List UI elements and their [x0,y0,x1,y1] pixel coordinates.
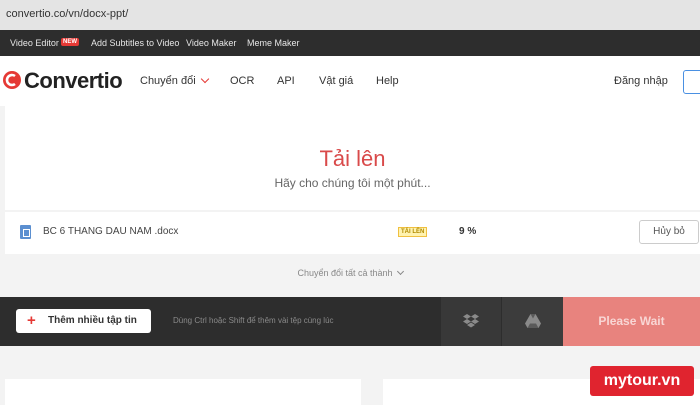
upload-hero: Tải lên Hãy cho chúng tôi một phút... [5,106,700,210]
url-text[interactable]: convertio.co/vn/docx-ppt/ [6,8,128,20]
add-more-label: Thêm nhiều tập tin [48,315,137,326]
login-link[interactable]: Đăng nhập [614,75,668,87]
top-strip: Video Editor NEW Add Subtitles to Video … [0,30,700,56]
logo-text: Convertio [24,68,123,93]
nav-convert-label: Chuyển đổi [140,75,196,87]
convert-all-dropdown[interactable]: Chuyển đổi tất cả thành [0,267,700,278]
nav-ocr[interactable]: OCR [230,75,254,87]
dropbox-button[interactable] [441,297,501,346]
signup-button[interactable] [683,70,700,94]
convert-all-label: Chuyển đổi tất cả thành [297,268,393,278]
nav-help[interactable]: Help [376,75,399,87]
meme-maker-link[interactable]: Meme Maker [247,38,300,48]
please-wait-label: Please Wait [598,314,665,328]
cancel-button[interactable]: Hủy bỏ [639,220,699,244]
file-row: BC 6 THANG DAU NAM .docx TẢI LÊN 9 % Hủy… [5,212,700,254]
chevron-down-icon [200,74,209,84]
action-bar: + Thêm nhiều tập tin Dùng Ctrl hoặc Shif… [0,297,700,346]
video-editor-link[interactable]: Video Editor [10,38,59,48]
page-title: Tải lên [319,146,386,171]
add-more-files-button[interactable]: + Thêm nhiều tập tin [16,309,151,333]
multi-select-hint: Dùng Ctrl hoặc Shift để thêm vài tệp cùn… [173,316,334,325]
convertio-logo-icon [3,71,21,89]
page-subtitle: Hãy cho chúng tôi một phút... [274,176,431,190]
word-file-icon [20,225,31,239]
plus-icon: + [27,312,36,329]
content-card [5,379,361,405]
google-drive-button[interactable] [502,297,563,346]
new-badge: NEW [61,38,79,46]
add-subtitles-link[interactable]: Add Subtitles to Video [91,38,179,48]
dropbox-icon [463,314,479,328]
nav-convert[interactable]: Chuyển đổi [140,74,209,87]
address-bar[interactable]: convertio.co/vn/docx-ppt/ [0,0,700,30]
google-drive-icon [525,314,541,328]
chevron-down-icon [396,267,404,276]
please-wait-button[interactable]: Please Wait [563,297,700,346]
main-nav: Convertio Chuyển đổi OCR API Vật giá Hel… [0,56,700,106]
upload-progress: 9 % [459,226,477,237]
nav-pricing[interactable]: Vật giá [319,75,353,87]
file-name: BC 6 THANG DAU NAM .docx [43,226,179,237]
nav-api[interactable]: API [277,75,295,87]
video-maker-link[interactable]: Video Maker [186,38,236,48]
mytour-watermark: mytour.vn [590,366,694,396]
status-badge: TẢI LÊN [398,227,428,237]
